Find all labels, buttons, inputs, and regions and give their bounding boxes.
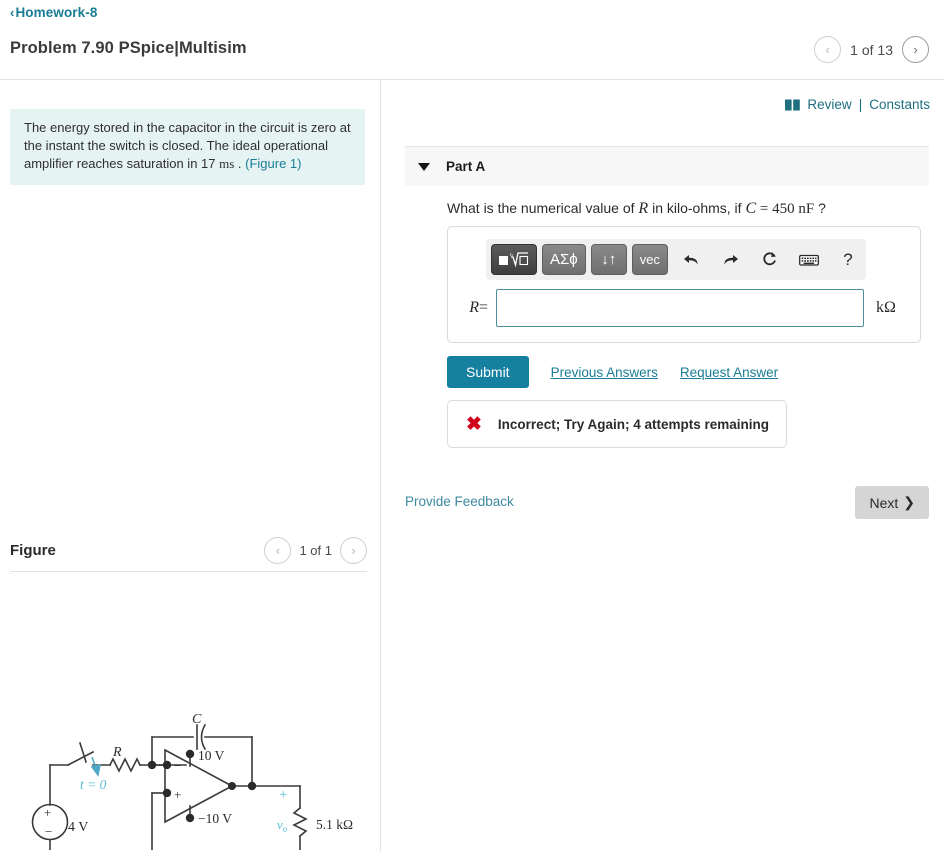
back-chevron-icon: ‹: [10, 5, 15, 20]
part-a-collapse-caret-icon[interactable]: [418, 162, 430, 171]
top-bar: ‹Homework-8 Problem 7.90 PSpice|Multisim…: [0, 0, 944, 80]
figure-divider: [10, 571, 367, 572]
source-plus-label: +: [44, 805, 51, 820]
output-voltage-label: vo: [277, 817, 288, 834]
review-separator: |: [858, 97, 863, 112]
undo-arrow-glyph: [684, 254, 698, 264]
question-text: What is the numerical value of R in kilo…: [447, 200, 826, 218]
submit-button[interactable]: Submit: [447, 356, 529, 388]
opamp-noninverting-label: +: [174, 787, 181, 802]
problem-pager: ‹ 1 of 13 ›: [814, 36, 929, 63]
question-variable-c: C: [745, 200, 757, 217]
math-toolbar: n ΑΣϕ ↓↑ vec ?: [486, 239, 866, 280]
positive-rail-label: 10 V: [198, 748, 225, 763]
source-voltage-label: 4 V: [68, 820, 88, 835]
circuit-diagram[interactable]: C R 4 V 10 V −10 V 5.1 kΩ + − − + t = 0 …: [0, 580, 380, 853]
figure-pager-label: 1 of 1: [299, 543, 332, 558]
next-part-button[interactable]: Next ❯: [855, 486, 929, 519]
figure-reference-link[interactable]: (Figure 1): [245, 156, 301, 171]
help-icon[interactable]: ?: [833, 244, 863, 275]
subscript-superscript-button[interactable]: ↓↑: [590, 244, 627, 275]
switch-arrow-icon: [90, 756, 101, 777]
template-root-button[interactable]: n: [491, 244, 537, 275]
answer-input[interactable]: [496, 289, 864, 327]
reset-circular-arrow-glyph: [763, 252, 777, 266]
error-x-icon: ✖: [466, 413, 482, 435]
source-minus-label: −: [45, 824, 52, 839]
question-part1: What is the numerical value of: [447, 200, 639, 216]
undo-icon[interactable]: [677, 244, 707, 275]
reset-icon[interactable]: [755, 244, 785, 275]
next-label: Next: [869, 494, 899, 511]
capacitor-label: C: [192, 712, 202, 727]
statement-text-part1: The energy stored in the capacitor in th…: [24, 120, 351, 171]
review-constants-link[interactable]: Review | Constants: [785, 97, 930, 112]
redo-icon[interactable]: [716, 244, 746, 275]
breadcrumb-label: Homework-8: [15, 5, 98, 20]
right-panel: Review | Constants Part A What is the nu…: [381, 80, 944, 851]
submit-actions-row: Submit Previous Answers Request Answer: [447, 356, 778, 388]
keyboard-glyph: [798, 254, 819, 266]
switch-time-label: t = 0: [80, 777, 107, 792]
load-resistor-label: 5.1 kΩ: [316, 817, 353, 832]
output-plus-label: +: [279, 787, 287, 803]
question-part4: ?: [814, 200, 826, 216]
redo-arrow-glyph: [724, 254, 739, 264]
answer-equals: =: [478, 299, 488, 316]
answer-variable-label: R=: [460, 299, 488, 317]
review-label: Review: [807, 97, 852, 112]
keyboard-icon[interactable]: [794, 244, 824, 275]
problem-pager-label: 1 of 13: [850, 41, 893, 58]
template-root-icon: n: [499, 252, 529, 268]
breadcrumb-homework-link[interactable]: ‹Homework-8: [10, 5, 97, 20]
statement-text-part2: .: [234, 156, 246, 171]
svg-text:n: n: [510, 252, 513, 258]
question-unit: nF: [798, 201, 815, 217]
figure-header: Figure ‹ 1 of 1 ›: [10, 535, 367, 575]
part-a-label: Part A: [446, 159, 486, 174]
answer-entry-box: n ΑΣϕ ↓↑ vec ? R= kΩ: [447, 226, 921, 343]
vector-button[interactable]: vec: [631, 244, 668, 275]
figure-pager: ‹ 1 of 1 ›: [264, 537, 367, 564]
output-minus-label: −: [279, 849, 287, 850]
question-part2: in kilo-ohms, if: [648, 200, 746, 216]
question-part3: = 450: [756, 201, 799, 217]
answer-variable: R: [469, 299, 479, 316]
answer-input-row: R= kΩ: [460, 289, 896, 327]
previous-problem-button[interactable]: ‹: [814, 36, 842, 63]
page-title: Problem 7.90 PSpice|Multisim: [10, 39, 247, 57]
opamp-inverting-label: −: [174, 758, 181, 773]
figure-title: Figure: [10, 542, 56, 559]
previous-answers-link[interactable]: Previous Answers: [551, 365, 658, 380]
problem-statement: The energy stored in the capacitor in th…: [10, 109, 365, 185]
provide-feedback-link[interactable]: Provide Feedback: [405, 494, 514, 509]
book-icon: [785, 99, 801, 110]
left-panel: The energy stored in the capacitor in th…: [0, 80, 380, 853]
next-problem-button[interactable]: ›: [902, 36, 929, 63]
previous-figure-button[interactable]: ‹: [264, 537, 292, 564]
question-variable-r: R: [638, 200, 649, 217]
feedback-banner: ✖ Incorrect; Try Again; 4 attempts remai…: [447, 400, 787, 448]
negative-rail-label: −10 V: [198, 811, 232, 826]
statement-unit: ms: [219, 156, 235, 171]
part-a-header[interactable]: Part A: [405, 146, 929, 186]
circuit-diagram-svg: C R 4 V 10 V −10 V 5.1 kΩ + − − + t = 0 …: [31, 712, 353, 853]
resistor-label: R: [112, 745, 122, 760]
next-figure-button[interactable]: ›: [340, 537, 367, 564]
feedback-message: Incorrect; Try Again; 4 attempts remaini…: [497, 416, 769, 432]
constants-label: Constants: [869, 97, 930, 112]
greek-symbols-button[interactable]: ΑΣϕ: [542, 244, 586, 275]
next-chevron-icon: ❯: [903, 494, 915, 510]
request-answer-link[interactable]: Request Answer: [680, 365, 778, 380]
answer-unit-label: kΩ: [876, 299, 896, 316]
